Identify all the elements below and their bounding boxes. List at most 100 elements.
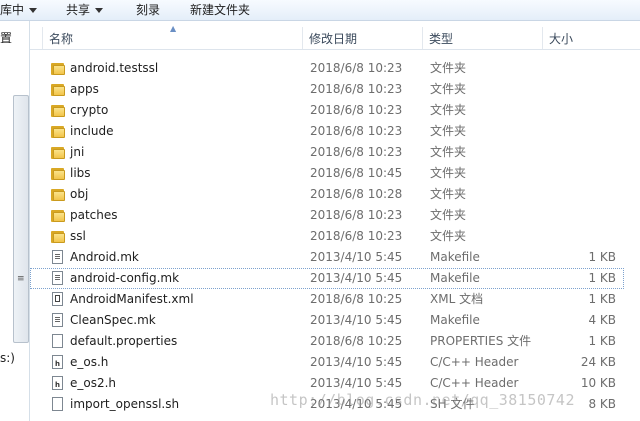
file-type: 文件夹 (430, 82, 467, 96)
new-folder-label: 新建文件夹 (190, 3, 251, 17)
file-row[interactable]: CleanSpec.mk 2013/4/10 5:45 Makefile 4 KB (30, 310, 640, 331)
file-name: Android.mk (70, 250, 139, 264)
nav-drive-label[interactable]: s:) (0, 351, 15, 365)
file-type: 文件夹 (430, 61, 467, 75)
file-date: 2018/6/8 10:23 (310, 208, 403, 222)
file-name: libs (70, 166, 91, 180)
column-date-label: 修改日期 (309, 32, 358, 46)
file-type: 文件夹 (430, 103, 467, 117)
column-size[interactable]: 大小 (542, 27, 640, 49)
file-name: CleanSpec.mk (70, 313, 156, 327)
organize-label: 库中 (0, 3, 25, 17)
blank-file-icon (52, 334, 63, 348)
folder-icon (51, 188, 65, 201)
file-date: 2018/6/8 10:23 (310, 145, 403, 159)
file-date: 2018/6/8 10:23 (310, 82, 403, 96)
folder-icon (51, 230, 65, 243)
file-type: 文件夹 (430, 145, 467, 159)
scrollbar-grip-icon: ≡ (17, 274, 25, 284)
new-folder-button[interactable]: 新建文件夹 (190, 2, 250, 18)
file-list: android.testssl 2018/6/8 10:23 文件夹 apps 2018… (30, 58, 640, 415)
file-date: 2013/4/10 5:45 (310, 313, 403, 327)
nav-item-label[interactable]: 置 (0, 29, 12, 46)
folder-icon (51, 104, 65, 117)
file-date: 2013/4/10 5:45 (310, 250, 403, 264)
header-file-icon: h (52, 376, 63, 390)
column-name[interactable]: 名称 (42, 27, 302, 49)
file-name: e_os.h (70, 355, 109, 369)
watermark: http://blog.csdn.net/qq_38150742 (270, 391, 575, 409)
file-date: 2013/4/10 5:45 (310, 271, 403, 285)
file-type: Makefile (430, 271, 480, 285)
file-row[interactable]: jni 2018/6/8 10:23 文件夹 (30, 142, 640, 163)
file-row[interactable]: Android.mk 2013/4/10 5:45 Makefile 1 KB (30, 247, 640, 268)
command-bar: 库中 共享 刻录 新建文件夹 (0, 0, 640, 21)
file-date: 2018/6/8 10:23 (310, 229, 403, 243)
folder-icon (51, 167, 65, 180)
file-name: import_openssl.sh (70, 397, 180, 411)
column-size-label: 大小 (549, 32, 574, 46)
column-header: ▲ 名称 修改日期 类型 大小 (30, 24, 640, 50)
file-name: patches (70, 208, 118, 222)
file-row[interactable]: android.testssl 2018/6/8 10:23 文件夹 (30, 58, 640, 79)
file-name: obj (70, 187, 89, 201)
folder-icon (51, 146, 65, 159)
burn-label: 刻录 (136, 3, 161, 17)
burn-button[interactable]: 刻录 (136, 2, 160, 18)
file-size: 1 KB (588, 271, 616, 285)
share-label: 共享 (66, 3, 91, 17)
file-type: 文件夹 (430, 229, 467, 243)
file-row[interactable]: android-config.mk 2013/4/10 5:45 Makefile 1… (30, 268, 624, 289)
organize-button[interactable]: 库中 (0, 2, 38, 18)
file-type: 文件夹 (430, 187, 467, 201)
file-date: 2018/6/8 10:23 (310, 124, 403, 138)
file-name: crypto (70, 103, 109, 117)
file-size: 1 KB (588, 334, 616, 348)
makefile-icon (52, 250, 63, 264)
file-type: Makefile (430, 313, 480, 327)
file-name: android-config.mk (70, 271, 180, 285)
file-size: 1 KB (588, 292, 616, 306)
file-type: C/C++ Header (430, 355, 519, 369)
file-date: 2018/6/8 10:23 (310, 61, 403, 75)
column-type-label: 类型 (429, 32, 454, 46)
file-row[interactable]: libs 2018/6/8 10:45 文件夹 (30, 163, 640, 184)
file-row[interactable]: apps 2018/6/8 10:23 文件夹 (30, 79, 640, 100)
file-row[interactable]: include 2018/6/8 10:23 文件夹 (30, 121, 640, 142)
file-row[interactable]: AndroidManifest.xml 2018/6/8 10:25 XML 文档 1… (30, 289, 640, 310)
file-date: 2018/6/8 10:45 (310, 166, 403, 180)
blank-file-icon (52, 397, 63, 411)
file-row[interactable]: patches 2018/6/8 10:23 文件夹 (30, 205, 640, 226)
file-row[interactable]: h e_os.h 2013/4/10 5:45 C/C++ Header 24 KB (30, 352, 640, 373)
file-date: 2013/4/10 5:45 (310, 355, 403, 369)
chevron-down-icon (29, 8, 38, 13)
folder-icon (51, 62, 65, 75)
file-type: Makefile (430, 250, 480, 264)
file-date: 2018/6/8 10:28 (310, 187, 403, 201)
file-name: android.testssl (70, 61, 159, 75)
xml-file-icon (52, 292, 63, 306)
folder-icon (51, 209, 65, 222)
header-file-icon: h (52, 355, 63, 369)
folder-icon (51, 125, 65, 138)
column-name-label: 名称 (49, 32, 74, 46)
file-date: 2018/6/8 10:25 (310, 334, 403, 348)
file-row[interactable]: obj 2018/6/8 10:28 文件夹 (30, 184, 640, 205)
file-row[interactable]: crypto 2018/6/8 10:23 文件夹 (30, 100, 640, 121)
file-size: 24 KB (580, 355, 616, 369)
file-type: XML 文档 (430, 292, 484, 306)
file-name: ssl (70, 229, 86, 243)
file-name: default.properties (70, 334, 178, 348)
file-name: jni (70, 145, 85, 159)
file-row[interactable]: ssl 2018/6/8 10:23 文件夹 (30, 226, 640, 247)
share-button[interactable]: 共享 (66, 2, 104, 18)
file-name: apps (70, 82, 99, 96)
nav-scrollbar[interactable] (13, 95, 29, 343)
file-type: 文件夹 (430, 166, 467, 180)
file-row[interactable]: default.properties 2018/6/8 10:25 PROPERTI… (30, 331, 640, 352)
makefile-icon (52, 313, 63, 327)
column-date[interactable]: 修改日期 (302, 27, 422, 49)
folder-icon (51, 83, 65, 96)
column-type[interactable]: 类型 (422, 27, 542, 49)
file-type: 文件夹 (430, 124, 467, 138)
